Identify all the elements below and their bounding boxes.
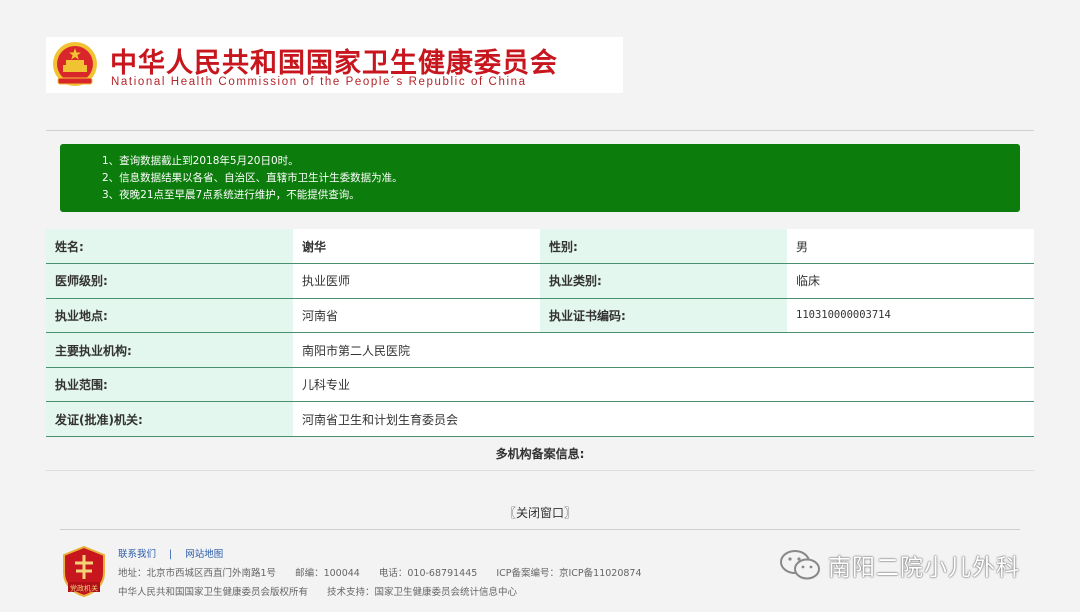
close-window-link[interactable]: 〖关闭窗口〗 [0, 504, 1080, 521]
table-row: 主要执业机构: 南阳市第二人民医院 [46, 332, 1034, 368]
contact-us-link[interactable]: 联系我们 [118, 549, 156, 560]
footer-divider [60, 529, 1020, 530]
level-value: 执业医师 [293, 263, 540, 299]
footer-icp: ICP备案编号：京ICP备11020874 [496, 568, 642, 579]
wechat-icon [780, 550, 820, 580]
issuer-value: 河南省卫生和计划生育委员会 [293, 401, 1034, 438]
gender-value: 男 [787, 229, 1034, 265]
category-label: 执业类别: [540, 263, 787, 299]
issuer-label: 发证(批准)机关: [46, 401, 293, 438]
footer-address: 地址：北京市西城区西直门外南路1号 [118, 568, 277, 579]
category-value: 临床 [787, 263, 1034, 299]
watermark-text: 南阳二院小儿外科 [828, 555, 1020, 581]
national-emblem-icon [53, 42, 97, 86]
org-label: 主要执业机构: [46, 332, 293, 368]
footer-phone: 电话：010-68791445 [378, 568, 478, 579]
footer-support: 技术支持：国家卫生健康委员会统计信息中心 [327, 587, 518, 598]
name-value: 谢华 [293, 229, 540, 265]
table-row: 执业地点: 河南省 执业证书编码: 110310000003714 [46, 298, 1034, 334]
footer-separator: | [169, 549, 173, 560]
table-row: 医师级别: 执业医师 执业类别: 临床 [46, 263, 1034, 299]
header-divider [46, 130, 1034, 131]
government-badge-icon: 党政机关 [63, 545, 105, 597]
table-row: 执业范围: 儿科专业 [46, 367, 1034, 403]
sitemap-link[interactable]: 网站地图 [185, 549, 223, 560]
doctor-info-table: 姓名: 谢华 性别: 男 医师级别: 执业医师 执业类别: 临床 执业地点: 河… [46, 229, 1034, 438]
header-banner: 中华人民共和国国家卫生健康委员会 National Health Commiss… [46, 37, 623, 93]
table-row: 姓名: 谢华 性别: 男 [46, 229, 1034, 265]
notice-box: 1、查询数据截止到2018年5月20日0时。 2、信息数据结果以各省、自治区、直… [60, 144, 1020, 212]
badge-text: 党政机关 [70, 584, 98, 593]
cert-label: 执业证书编码: [540, 298, 787, 334]
table-row: 发证(批准)机关: 河南省卫生和计划生育委员会 [46, 401, 1034, 438]
level-label: 医师级别: [46, 263, 293, 299]
wechat-watermark: 南阳二院小儿外科 [778, 546, 1020, 584]
multi-org-heading: 多机构备案信息: [46, 437, 1034, 471]
name-label: 姓名: [46, 229, 293, 265]
footer-postcode: 邮编：100044 [295, 568, 360, 579]
cert-value: 110310000003714 [787, 298, 1034, 334]
notice-line: 3、夜晚21点至早晨7点系统进行维护，不能提供查询。 [102, 189, 360, 201]
org-value: 南阳市第二人民医院 [293, 332, 1034, 368]
scope-label: 执业范围: [46, 367, 293, 403]
location-label: 执业地点: [46, 298, 293, 334]
location-value: 河南省 [293, 298, 540, 334]
footer: 联系我们 | 网站地图 地址：北京市西城区西直门外南路1号 邮编：100044 … [118, 547, 642, 604]
notice-line: 2、信息数据结果以各省、自治区、直辖市卫生计生委数据为准。 [102, 172, 403, 184]
notice-line: 1、查询数据截止到2018年5月20日0时。 [102, 155, 299, 167]
footer-copyright: 中华人民共和国国家卫生健康委员会版权所有 [118, 587, 309, 598]
banner-title: 中华人民共和国国家卫生健康委员会 [110, 48, 558, 79]
scope-value: 儿科专业 [293, 367, 1034, 403]
gender-label: 性别: [540, 229, 787, 265]
banner-subtitle: National Health Commission of the People… [111, 76, 527, 88]
